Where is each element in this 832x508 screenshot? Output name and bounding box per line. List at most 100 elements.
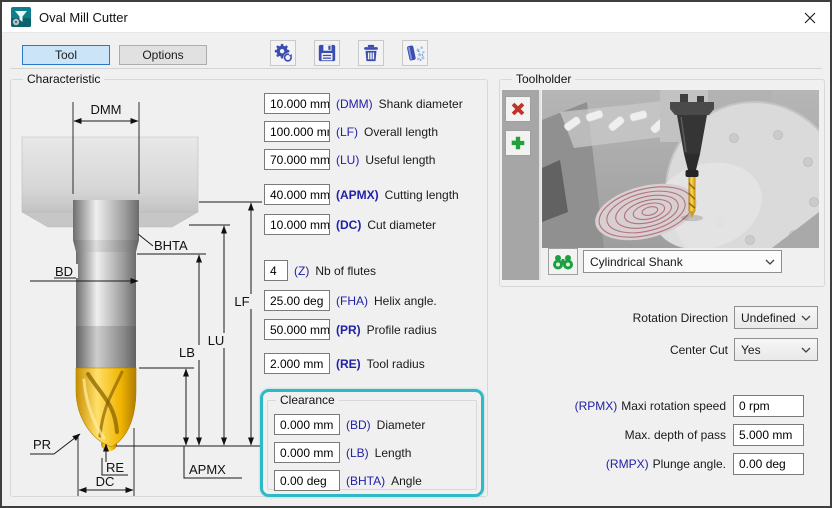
trash-icon bbox=[361, 43, 381, 63]
field-clearance-diameter: 0.000 mm (BD) Diameter bbox=[274, 414, 425, 435]
field-code: (BHTA) bbox=[346, 474, 385, 488]
chevron-down-icon bbox=[801, 315, 811, 321]
field-code: (BD) bbox=[346, 418, 371, 432]
tab-tool[interactable]: Tool bbox=[22, 45, 110, 65]
gear-refresh-icon bbox=[272, 42, 294, 64]
clearance-group: Clearance 0.000 mm (BD) Diameter 0.000 m… bbox=[267, 400, 477, 490]
field-label: Tool radius bbox=[367, 357, 425, 371]
diagram-label-lb: LB bbox=[179, 345, 195, 360]
field-code: (FHA) bbox=[336, 294, 368, 308]
maxi-rotation-speed-label: (RPMX) Maxi rotation speed bbox=[530, 399, 726, 413]
settings-refresh-button[interactable] bbox=[270, 40, 296, 66]
field-useful-length: 70.000 mm (LU) Useful length bbox=[264, 149, 435, 170]
add-plus-icon bbox=[509, 134, 527, 152]
field-label: Shank diameter bbox=[379, 97, 463, 111]
rotation-direction-value: Undefined bbox=[741, 311, 801, 325]
tool-radius-input[interactable]: 2.000 mm bbox=[264, 353, 330, 374]
maxi-rotation-speed-input[interactable]: 0 rpm bbox=[733, 395, 804, 417]
center-cut-select[interactable]: Yes bbox=[734, 338, 818, 361]
diagram-label-dc: DC bbox=[96, 474, 115, 489]
toolholder-legend: Toolholder bbox=[512, 72, 575, 86]
browse-toolholder-button[interactable] bbox=[548, 248, 578, 275]
field-label: Helix angle. bbox=[374, 294, 437, 308]
simulation-button[interactable] bbox=[402, 40, 428, 66]
field-clearance-angle: 0.00 deg (BHTA) Angle bbox=[274, 470, 422, 491]
field-code: (RMPX) bbox=[606, 457, 649, 471]
field-code: (PR) bbox=[336, 323, 361, 337]
clearance-diameter-input[interactable]: 0.000 mm bbox=[274, 414, 340, 435]
diagram-label-bd: BD bbox=[55, 264, 73, 279]
field-code: (RE) bbox=[336, 357, 361, 371]
field-label: Cutting length bbox=[385, 188, 459, 202]
field-cut-diameter: 10.000 mm (DC) Cut diameter bbox=[264, 214, 436, 235]
field-label: Nb of flutes bbox=[315, 264, 376, 278]
max-depth-of-pass-input[interactable]: 5.000 mm bbox=[733, 424, 804, 446]
center-cut-value: Yes bbox=[741, 343, 801, 357]
field-label: Length bbox=[375, 446, 412, 460]
remove-toolholder-button[interactable] bbox=[505, 96, 531, 122]
delete-button[interactable] bbox=[358, 40, 384, 66]
diagram-label-re: RE bbox=[106, 460, 124, 475]
close-icon[interactable] bbox=[802, 10, 818, 26]
app-icon bbox=[11, 7, 31, 27]
field-code: (DMM) bbox=[336, 97, 373, 111]
tab-options[interactable]: Options bbox=[119, 45, 207, 65]
diagram-label-lf: LF bbox=[234, 294, 249, 309]
field-code: (Z) bbox=[294, 264, 309, 278]
field-label: Maxi rotation speed bbox=[621, 399, 726, 413]
plunge-angle-input[interactable]: 0.00 deg bbox=[733, 453, 804, 475]
diagram-label-apmx: APMX bbox=[189, 462, 226, 477]
shank-type-select[interactable]: Cylindrical Shank bbox=[583, 250, 782, 273]
nb-flutes-input[interactable]: 4 bbox=[264, 260, 288, 281]
helix-angle-input[interactable]: 25.00 deg bbox=[264, 290, 330, 311]
rotation-direction-label: Rotation Direction bbox=[562, 311, 728, 325]
clearance-legend: Clearance bbox=[276, 393, 339, 407]
diagram-label-pr: PR bbox=[33, 437, 51, 452]
field-helix-angle: 25.00 deg (FHA) Helix angle. bbox=[264, 290, 437, 311]
shank-diameter-input[interactable]: 10.000 mm bbox=[264, 93, 330, 114]
field-cutting-length: 40.000 mm (APMX) Cutting length bbox=[264, 184, 459, 205]
shank-type-value: Cylindrical Shank bbox=[590, 255, 765, 269]
characteristic-legend: Characteristic bbox=[23, 72, 104, 86]
window-title: Oval Mill Cutter bbox=[39, 10, 128, 25]
field-nb-flutes: 4 (Z) Nb of flutes bbox=[264, 260, 376, 281]
field-label: Max. depth of pass bbox=[625, 428, 726, 442]
field-label: Cut diameter bbox=[367, 218, 436, 232]
field-label: Angle bbox=[391, 474, 422, 488]
field-code: (RPMX) bbox=[575, 399, 618, 413]
cutting-length-input[interactable]: 40.000 mm bbox=[264, 184, 330, 205]
profile-radius-input[interactable]: 50.000 mm bbox=[264, 319, 330, 340]
diagram-label-lu: LU bbox=[208, 333, 225, 348]
max-depth-of-pass-label: Max. depth of pass bbox=[530, 428, 726, 442]
clearance-length-input[interactable]: 0.000 mm bbox=[274, 442, 340, 463]
toolbar-divider bbox=[10, 68, 822, 69]
toolholder-separator bbox=[539, 90, 541, 280]
save-icon bbox=[317, 43, 337, 63]
field-label: Overall length bbox=[364, 125, 438, 139]
save-button[interactable] bbox=[314, 40, 340, 66]
diagram-label-bhta: BHTA bbox=[154, 238, 188, 253]
field-code: (LB) bbox=[346, 446, 369, 460]
diagram-label-dmm: DMM bbox=[90, 102, 121, 117]
cut-diameter-input[interactable]: 10.000 mm bbox=[264, 214, 330, 235]
add-toolholder-button[interactable] bbox=[505, 130, 531, 156]
clearance-angle-input[interactable]: 0.00 deg bbox=[274, 470, 340, 491]
title-bar: Oval Mill Cutter bbox=[2, 2, 830, 33]
field-code: (DC) bbox=[336, 218, 361, 232]
field-code: (LU) bbox=[336, 153, 359, 167]
useful-length-input[interactable]: 70.000 mm bbox=[264, 149, 330, 170]
field-label: Profile radius bbox=[367, 323, 437, 337]
rotation-direction-select[interactable]: Undefined bbox=[734, 306, 818, 329]
field-profile-radius: 50.000 mm (PR) Profile radius bbox=[264, 319, 437, 340]
field-clearance-length: 0.000 mm (LB) Length bbox=[274, 442, 411, 463]
field-overall-length: 100.000 mm (LF) Overall length bbox=[264, 121, 438, 142]
chevron-down-icon bbox=[801, 347, 811, 353]
field-label: Plunge angle. bbox=[653, 457, 726, 471]
field-code: (LF) bbox=[336, 125, 358, 139]
overall-length-input[interactable]: 100.000 mm bbox=[264, 121, 330, 142]
field-label: Useful length bbox=[365, 153, 435, 167]
simulation-icon bbox=[404, 43, 426, 63]
dialog-window: Oval Mill Cutter Tool Options bbox=[0, 0, 832, 508]
delete-x-icon bbox=[509, 100, 527, 118]
tool-diagram: DMM BHTA BD LF LU LB PR RE bbox=[16, 88, 264, 500]
